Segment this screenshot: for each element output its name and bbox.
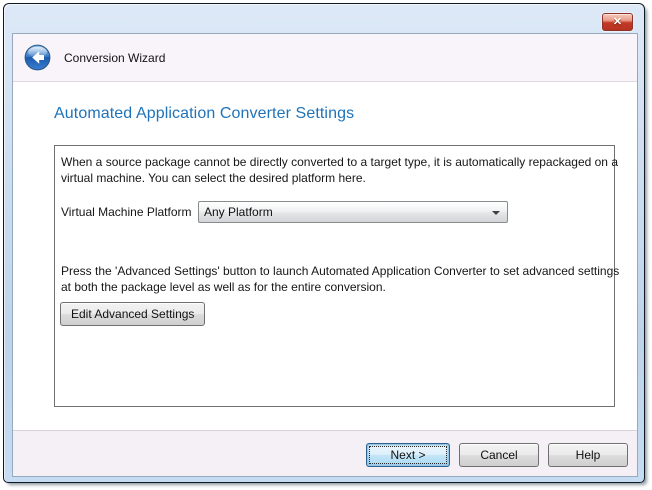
platform-description-line1: When a source package cannot be directly… xyxy=(61,154,609,170)
platform-description: When a source package cannot be directly… xyxy=(61,154,609,186)
page-title: Automated Application Converter Settings xyxy=(54,105,354,123)
wizard-dialog: Conversion Wizard Automated Application … xyxy=(12,33,638,477)
advanced-description-line2: at both the package level as well as for… xyxy=(61,279,609,295)
help-button[interactable]: Help xyxy=(548,443,628,467)
wizard-content: Automated Application Converter Settings… xyxy=(13,83,637,430)
close-icon[interactable]: ✕ xyxy=(602,13,633,31)
dropdown-selected-value: Any Platform xyxy=(204,205,273,219)
settings-groupbox: When a source package cannot be directly… xyxy=(54,145,615,407)
virtual-machine-platform-dropdown[interactable]: Any Platform xyxy=(198,201,508,223)
platform-description-line2: virtual machine. You can select the desi… xyxy=(61,170,609,186)
window-title-bar[interactable]: ✕ xyxy=(4,4,644,33)
platform-row: Virtual Machine Platform Any Platform xyxy=(61,201,508,223)
advanced-description: Press the 'Advanced Settings' button to … xyxy=(61,263,609,295)
wizard-window: ✕ xyxy=(3,3,645,483)
platform-label: Virtual Machine Platform xyxy=(61,205,198,219)
wizard-title: Conversion Wizard xyxy=(64,51,165,65)
next-button[interactable]: Next > xyxy=(366,443,450,467)
edit-advanced-settings-button[interactable]: Edit Advanced Settings xyxy=(60,302,205,326)
advanced-description-line1: Press the 'Advanced Settings' button to … xyxy=(61,263,609,279)
cancel-button[interactable]: Cancel xyxy=(459,443,539,467)
wizard-footer: Next > Cancel Help xyxy=(13,430,637,477)
wizard-header: Conversion Wizard xyxy=(13,34,637,82)
back-button[interactable] xyxy=(24,44,51,71)
chevron-down-icon xyxy=(492,211,500,215)
